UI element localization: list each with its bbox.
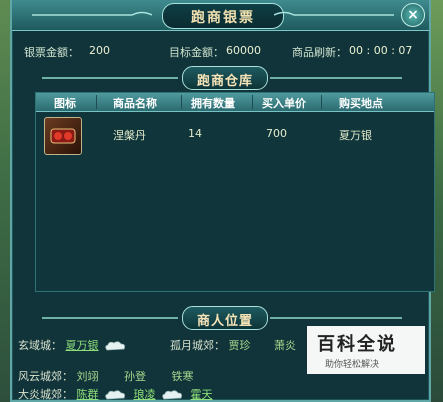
- merchant-link[interactable]: 陈群: [77, 388, 99, 401]
- target-label: 目标金额：: [169, 46, 224, 59]
- watermark-logo: 百科全说 助你轻松解决: [307, 326, 425, 374]
- column-header-name: 商品名称: [113, 97, 157, 110]
- refresh-label: 商品刷新：: [292, 46, 347, 59]
- status-row: 银票金额： 200 目标金额： 60000 商品刷新： 00 : 00 : 07: [12, 44, 429, 60]
- merchant-title: 商人位置: [196, 314, 253, 329]
- merchant-name[interactable]: 孙登: [124, 370, 146, 383]
- merchant-link[interactable]: 夏万银: [66, 339, 99, 352]
- merchant-row-guyue: 孤月城郊： 贾珍 萧炎: [170, 337, 296, 353]
- column-separator: [181, 95, 182, 109]
- city-label: 大炎城郊：: [18, 388, 73, 401]
- item-name: 涅槃丹: [113, 129, 146, 142]
- table-header: 图标 商品名称 拥有数量 买入单价 购买地点: [36, 93, 434, 112]
- nirvana-pill-item-icon[interactable]: [44, 117, 82, 155]
- column-separator: [96, 95, 97, 109]
- column-separator: [252, 95, 253, 109]
- cloud-icon[interactable]: [104, 389, 126, 401]
- close-button[interactable]: ×: [401, 3, 425, 27]
- merchant-name[interactable]: 萧炎: [274, 339, 296, 352]
- watermark-title: 百科全说: [317, 334, 397, 355]
- warehouse-table: 图标 商品名称 拥有数量 买入单价 购买地点 涅槃丹 14 700 夏万银: [35, 92, 435, 292]
- left-ornament-icon: [32, 11, 152, 16]
- watermark-subtitle: 助你轻松解决: [325, 360, 380, 370]
- city-label: 风云城郊：: [18, 370, 73, 383]
- merchant-row-xuanyu: 玄域城： 夏万银: [18, 337, 126, 353]
- merchant-row-dayan: 大炎城郊： 陈群 琅凌 霍天: [18, 386, 213, 402]
- merchant-row-fengyun: 风云城郊： 刘翊 孙登 铁寒: [18, 368, 194, 384]
- column-header-icon: 图标: [54, 97, 76, 110]
- divider-left: [42, 77, 178, 79]
- column-header-unit-price: 买入单价: [262, 97, 306, 110]
- warehouse-plaque: 跑商仓库: [182, 66, 268, 90]
- city-label: 玄域城：: [18, 339, 62, 352]
- item-unit-price: 700: [266, 127, 287, 140]
- divider-right: [270, 77, 402, 79]
- target-value: 60000: [226, 44, 261, 57]
- pill-box-icon: [50, 128, 76, 144]
- column-separator: [321, 95, 322, 109]
- merchant-link[interactable]: 琅凌: [134, 388, 156, 401]
- divider-left: [42, 317, 178, 319]
- item-location: 夏万银: [339, 129, 372, 142]
- column-header-quantity: 拥有数量: [191, 97, 235, 110]
- merchant-name[interactable]: 铁寒: [172, 370, 194, 383]
- merchant-plaque: 商人位置: [182, 306, 268, 330]
- title-bar[interactable]: 跑商银票 ×: [12, 0, 429, 31]
- divider-right: [270, 317, 402, 319]
- title-plaque: 跑商银票: [162, 3, 284, 29]
- cloud-icon[interactable]: [104, 340, 126, 352]
- merchant-name[interactable]: 贾珍: [229, 339, 251, 352]
- silver-label: 银票金额：: [24, 46, 79, 59]
- silver-value: 200: [89, 44, 110, 57]
- warehouse-header: 跑商仓库: [42, 66, 402, 90]
- refresh-value: 00 : 00 : 07: [349, 44, 413, 57]
- item-quantity: 14: [188, 127, 202, 140]
- merchant-link[interactable]: 霍天: [191, 388, 213, 401]
- city-label: 孤月城郊：: [170, 339, 225, 352]
- right-ornament-icon: [274, 11, 394, 16]
- warehouse-title: 跑商仓库: [196, 74, 253, 89]
- merchant-name[interactable]: 刘翊: [77, 370, 99, 383]
- column-header-location: 购买地点: [339, 97, 383, 110]
- window-title: 跑商银票: [191, 10, 255, 26]
- cloud-icon[interactable]: [161, 389, 183, 401]
